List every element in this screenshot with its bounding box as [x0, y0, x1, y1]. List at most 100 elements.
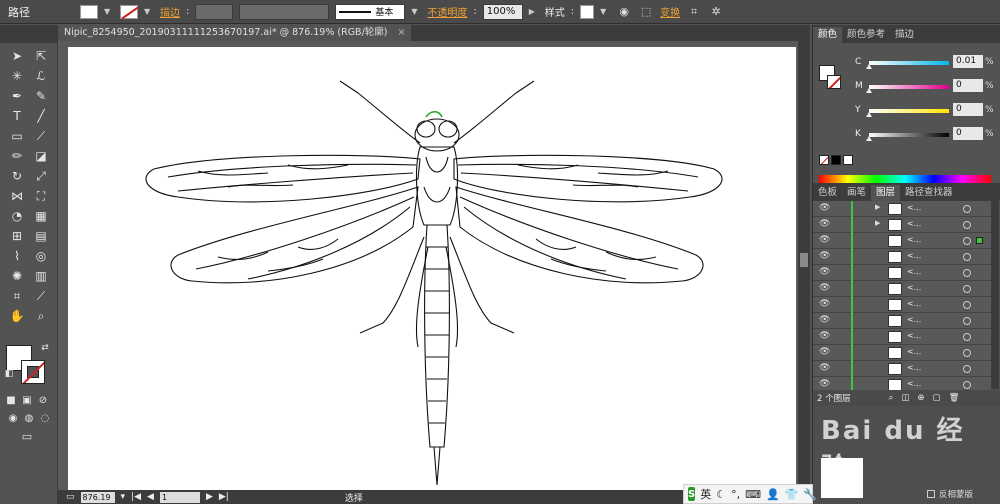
recolor-icon[interactable]: ◉	[616, 4, 632, 20]
chevron-down-icon[interactable]: ▼	[600, 7, 610, 16]
tab-color[interactable]: 颜色	[813, 27, 843, 43]
width-tool-icon[interactable]: ⋈	[6, 187, 28, 205]
target-icon[interactable]	[963, 333, 971, 341]
layer-name[interactable]: <...	[907, 331, 921, 340]
layer-name[interactable]: <...	[907, 363, 921, 372]
target-icon[interactable]	[963, 365, 971, 373]
keyboard-icon[interactable]: ⌨	[745, 488, 761, 501]
magenta-value-field[interactable]: 0	[953, 79, 983, 92]
artboard-tool-icon[interactable]: ⌗	[6, 287, 28, 305]
dragonfly-outline-artwork[interactable]	[68, 47, 796, 490]
layer-row[interactable]: 👁 <...	[813, 361, 991, 377]
target-icon[interactable]	[963, 253, 971, 261]
mask-thumbnail[interactable]	[821, 458, 863, 498]
eye-icon[interactable]: 👁	[819, 332, 831, 341]
pen-tool-icon[interactable]: ✒	[6, 87, 28, 105]
eye-icon[interactable]: 👁	[819, 252, 831, 261]
variable-width-field[interactable]	[239, 3, 330, 20]
fill-swatch[interactable]	[80, 4, 98, 19]
layer-row[interactable]: 👁 <...	[813, 265, 991, 281]
isolate-icon[interactable]: ⌗	[686, 4, 702, 20]
slice-tool-icon[interactable]: ⟋	[30, 287, 52, 305]
yellow-value-field[interactable]: 0	[953, 103, 983, 116]
eye-icon[interactable]: 👁	[819, 348, 831, 357]
color-mode-icon[interactable]: ■	[4, 391, 18, 409]
target-icon[interactable]	[963, 349, 971, 357]
layer-row[interactable]: 👁 <...	[813, 297, 991, 313]
stroke-swatch[interactable]	[120, 4, 138, 19]
target-icon[interactable]	[963, 301, 971, 309]
zoom-tool-icon[interactable]: ⌕	[30, 307, 52, 325]
tab-pathfinder[interactable]: 路径查找器	[900, 185, 958, 201]
invert-mask-checkbox[interactable]: 反相蒙版	[927, 488, 997, 500]
layer-name[interactable]: <...	[907, 347, 921, 356]
layer-name[interactable]: <...	[907, 235, 921, 244]
eye-icon[interactable]: 👁	[819, 220, 831, 229]
eyedropper-tool-icon[interactable]: ⌇	[6, 247, 28, 265]
column-graph-tool-icon[interactable]: ▥	[30, 267, 52, 285]
artboard[interactable]	[68, 47, 796, 490]
target-icon[interactable]	[963, 205, 971, 213]
moon-icon[interactable]: ☾	[716, 488, 726, 501]
wrench-icon[interactable]: 🔧	[803, 488, 817, 501]
free-transform-tool-icon[interactable]: ⛶	[30, 187, 52, 205]
layer-row[interactable]: 👁 <...	[813, 313, 991, 329]
align-icon[interactable]: ⬚	[638, 4, 654, 20]
scrollbar-thumb[interactable]	[800, 253, 808, 267]
slider-knob[interactable]	[866, 64, 873, 69]
lasso-tool-icon[interactable]: ℒ	[30, 67, 52, 85]
target-icon[interactable]	[963, 285, 971, 293]
yellow-slider[interactable]	[866, 109, 949, 117]
line-tool-icon[interactable]: ╱	[30, 107, 52, 125]
punctuation-icon[interactable]: °,	[731, 488, 740, 501]
eye-icon[interactable]: 👁	[819, 268, 831, 277]
eraser-tool-icon[interactable]: ◪	[30, 147, 52, 165]
paintbrush-tool-icon[interactable]: ⟋	[30, 127, 52, 145]
last-artboard-icon[interactable]: ▶|	[219, 492, 229, 502]
document-tab[interactable]: Nipic_8254950_20190311111253670197.ai* @…	[58, 25, 412, 41]
layer-row[interactable]: 👁 ▶ <...	[813, 217, 991, 233]
opacity-field[interactable]: 100%	[482, 3, 523, 20]
eye-icon[interactable]: 👁	[819, 204, 831, 213]
black-slider[interactable]	[866, 133, 949, 141]
eye-icon[interactable]: 👁	[819, 300, 831, 309]
chevron-right-icon[interactable]: ▶	[529, 7, 539, 16]
canvas-area[interactable]	[58, 41, 798, 490]
layer-name[interactable]: <...	[907, 379, 921, 388]
target-icon[interactable]	[963, 317, 971, 325]
magic-wand-tool-icon[interactable]: ✳	[6, 67, 28, 85]
blend-tool-icon[interactable]: ◎	[30, 247, 52, 265]
shirt-icon[interactable]: 👕	[785, 488, 799, 501]
prev-artboard-icon[interactable]: ◀	[147, 492, 154, 502]
stroke-weight-field[interactable]	[195, 3, 234, 20]
target-icon[interactable]	[963, 269, 971, 277]
layers-scrollbar[interactable]	[991, 201, 999, 389]
default-colors-icon[interactable]: ◧	[2, 365, 16, 383]
eye-icon[interactable]: 👁	[819, 284, 831, 293]
chevron-down-icon[interactable]: ▼	[104, 7, 114, 16]
new-sublayer-icon[interactable]: ⊕	[917, 393, 924, 403]
vertical-scrollbar[interactable]	[798, 41, 810, 490]
locate-object-icon[interactable]: ⌕	[889, 393, 894, 403]
layer-name[interactable]: <...	[907, 299, 921, 308]
layer-name[interactable]: <...	[907, 219, 921, 228]
rotate-tool-icon[interactable]: ↻	[6, 167, 28, 185]
user-icon[interactable]: 👤	[766, 488, 780, 501]
ime-language-toggle[interactable]: 英	[700, 486, 711, 502]
stroke-link[interactable]: 描边	[160, 4, 180, 19]
none-mode-icon[interactable]: ⊘	[36, 391, 50, 409]
layer-name[interactable]: <...	[907, 267, 921, 276]
brush-definition-select[interactable]: 基本	[335, 3, 406, 20]
clipping-mask-icon[interactable]: ◫	[901, 393, 909, 403]
layer-name[interactable]: <...	[907, 203, 921, 212]
shape-builder-tool-icon[interactable]: ◔	[6, 207, 28, 225]
none-swatch[interactable]	[819, 155, 829, 165]
eye-icon[interactable]: 👁	[819, 236, 831, 245]
perspective-grid-tool-icon[interactable]: ▦	[30, 207, 52, 225]
slider-knob[interactable]	[866, 88, 872, 93]
next-artboard-icon[interactable]: ▶	[206, 492, 213, 502]
target-icon[interactable]	[963, 221, 971, 229]
expand-triangle-icon[interactable]: ▶	[875, 219, 880, 227]
draw-inside-icon[interactable]: ◌	[38, 409, 52, 427]
mesh-tool-icon[interactable]: ⊞	[6, 227, 28, 245]
